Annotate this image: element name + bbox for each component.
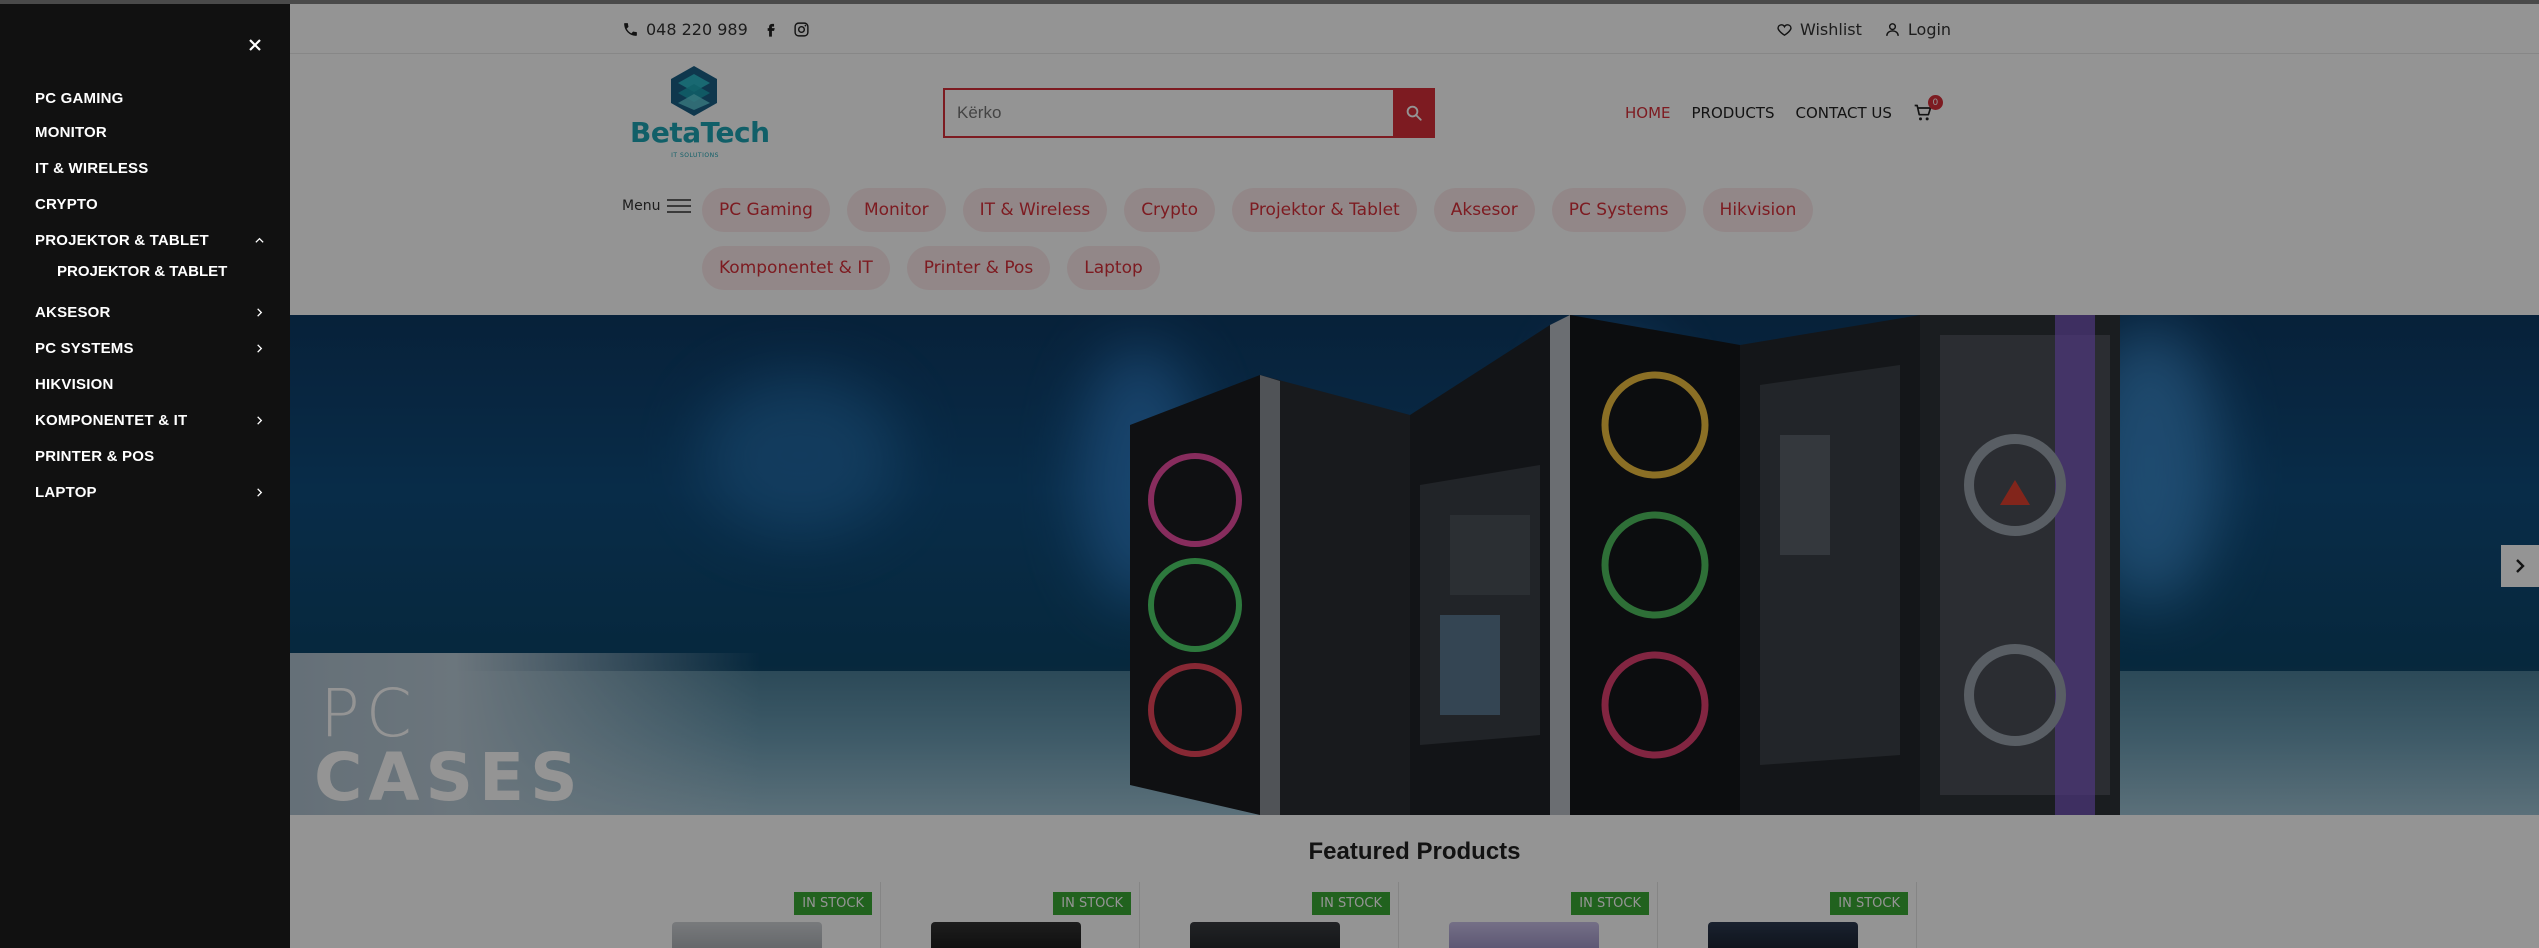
drawer-item-crypto[interactable]: CRYPTO	[35, 196, 265, 213]
drawer-item-label: PC SYSTEMS	[35, 340, 134, 357]
close-icon	[249, 39, 261, 51]
drawer-item-komponentet-it[interactable]: KOMPONENTET & IT	[35, 412, 265, 429]
drawer-item-label: MONITOR	[35, 124, 107, 141]
chevron-right-icon[interactable]	[254, 307, 265, 318]
drawer-item-aksesor[interactable]: AKSESOR	[35, 304, 265, 321]
drawer-subitem-projektor-tablet[interactable]: PROJEKTOR & TABLET	[57, 263, 227, 280]
chevron-right-icon[interactable]	[254, 343, 265, 354]
drawer-item-label: AKSESOR	[35, 304, 111, 321]
drawer-item-pc-systems[interactable]: PC SYSTEMS	[35, 340, 265, 357]
drawer-item-label: PROJEKTOR & TABLET	[35, 232, 209, 249]
drawer-item-label: PRINTER & POS	[35, 448, 155, 465]
drawer-item-monitor[interactable]: MONITOR	[35, 124, 265, 141]
drawer-item-label: PC GAMING	[35, 90, 124, 107]
drawer-item-it-wireless[interactable]: IT & WIRELESS	[35, 160, 265, 177]
drawer-item-label: HIKVISION	[35, 376, 114, 393]
drawer-item-printer-pos[interactable]: PRINTER & POS	[35, 448, 265, 465]
drawer-item-projektor-tablet[interactable]: PROJEKTOR & TABLET	[35, 232, 265, 249]
drawer-item-pc-gaming[interactable]: PC GAMING	[35, 90, 265, 107]
drawer-item-label: CRYPTO	[35, 196, 98, 213]
chevron-up-icon[interactable]	[254, 235, 265, 246]
drawer-item-label: KOMPONENTET & IT	[35, 412, 188, 429]
drawer-item-hikvision[interactable]: HIKVISION	[35, 376, 265, 393]
drawer-item-label: IT & WIRELESS	[35, 160, 149, 177]
page: 048 220 989 Wishlist Login BetaTech IT S…	[0, 4, 2539, 948]
side-drawer-menu: PC GAMING MONITOR IT & WIRELESS CRYPTO P…	[0, 4, 290, 948]
close-drawer-button[interactable]	[244, 34, 266, 56]
drawer-overlay[interactable]	[0, 4, 2539, 948]
drawer-item-laptop[interactable]: LAPTOP	[35, 484, 265, 501]
chevron-right-icon[interactable]	[254, 415, 265, 426]
chevron-right-icon[interactable]	[254, 487, 265, 498]
drawer-item-label: LAPTOP	[35, 484, 97, 501]
